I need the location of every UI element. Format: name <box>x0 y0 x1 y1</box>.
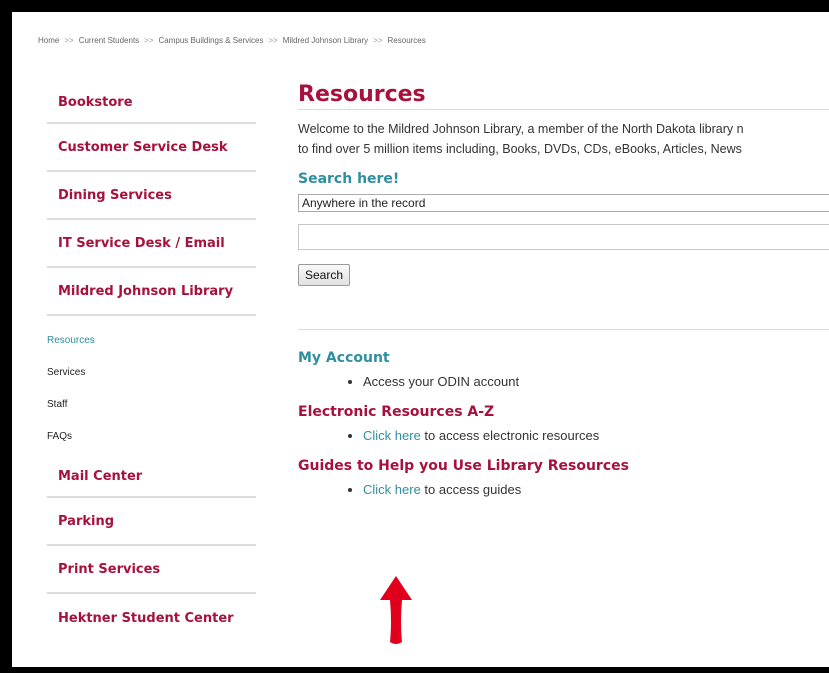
search-button[interactable]: Search <box>298 264 351 286</box>
breadcrumb-separator: >> <box>373 36 383 45</box>
search-input[interactable] <box>298 224 829 250</box>
sidebar-item-parking[interactable]: Parking <box>47 498 256 546</box>
sidebar-item-mail-center[interactable]: Mail Center <box>47 456 256 498</box>
page-title: Resources <box>298 82 829 110</box>
search-heading: Search here! <box>298 171 400 187</box>
electronic-resources-list: Click here to access electronic resource… <box>298 426 829 446</box>
intro-line: to find over 5 million items including, … <box>298 142 742 156</box>
section-divider <box>298 329 829 330</box>
electronic-resources-text: to access electronic resources <box>420 428 600 443</box>
odin-account-text: Access your ODIN account <box>363 374 520 389</box>
breadcrumb-resources: Resources <box>387 36 426 45</box>
sidebar-item-print-services[interactable]: Print Services <box>47 546 256 594</box>
list-item: Click here to access electronic resource… <box>363 426 829 446</box>
sidebar-subitem-services[interactable]: Services <box>47 356 256 388</box>
list-item: Click here to access guides <box>363 480 829 500</box>
guides-text: to access guides <box>420 482 522 497</box>
guides-heading: Guides to Help you Use Library Resources <box>298 458 629 474</box>
annotation-arrow-up-icon <box>380 576 412 644</box>
sidebar-item-dining-services[interactable]: Dining Services <box>47 172 256 220</box>
sidebar-subitem-resources[interactable]: Resources <box>47 324 256 356</box>
sidebar-item-mildred-johnson-library[interactable]: Mildred Johnson Library <box>47 268 256 316</box>
guides-link[interactable]: Click here <box>363 482 421 497</box>
my-account-heading: My Account <box>298 350 390 366</box>
intro-line: Welcome to the Mildred Johnson Library, … <box>298 122 744 136</box>
guides-list: Click here to access guides <box>298 480 829 500</box>
breadcrumb-separator: >> <box>64 36 74 45</box>
breadcrumb-separator: >> <box>268 36 278 45</box>
sidebar-sub-list: Resources Services Staff FAQs <box>47 316 256 456</box>
sidebar-nav: Bookstore Customer Service Desk Dining S… <box>47 82 256 642</box>
breadcrumb-home[interactable]: Home <box>38 36 59 45</box>
electronic-resources-heading: Electronic Resources A-Z <box>298 404 495 420</box>
breadcrumb-separator: >> <box>144 36 154 45</box>
breadcrumb: Home >> Current Students >> Campus Buildings… <box>38 36 426 45</box>
electronic-resources-link[interactable]: Click here <box>363 428 421 443</box>
sidebar-item-hektner-student-center[interactable]: Hektner Student Center <box>47 594 256 642</box>
search-scope-select[interactable]: Anywhere in the record <box>298 194 829 212</box>
intro-text: Welcome to the Mildred Johnson Library, … <box>298 119 829 159</box>
sidebar-subitem-staff[interactable]: Staff <box>47 388 256 420</box>
my-account-list: Access your ODIN account <box>298 372 829 392</box>
sidebar-item-bookstore[interactable]: Bookstore <box>47 82 256 124</box>
sidebar-item-customer-service-desk[interactable]: Customer Service Desk <box>47 124 256 172</box>
sidebar-subitem-faqs[interactable]: FAQs <box>47 420 256 452</box>
sidebar-item-it-service-desk[interactable]: IT Service Desk / Email <box>47 220 256 268</box>
browser-viewport: Home >> Current Students >> Campus Buildings… <box>12 12 829 667</box>
main-content: Resources Welcome to the Mildred Johnson… <box>298 82 829 500</box>
breadcrumb-current-students[interactable]: Current Students <box>79 36 139 45</box>
breadcrumb-library[interactable]: Mildred Johnson Library <box>283 36 368 45</box>
breadcrumb-campus-buildings[interactable]: Campus Buildings & Services <box>159 36 264 45</box>
list-item: Access your ODIN account <box>363 372 829 392</box>
